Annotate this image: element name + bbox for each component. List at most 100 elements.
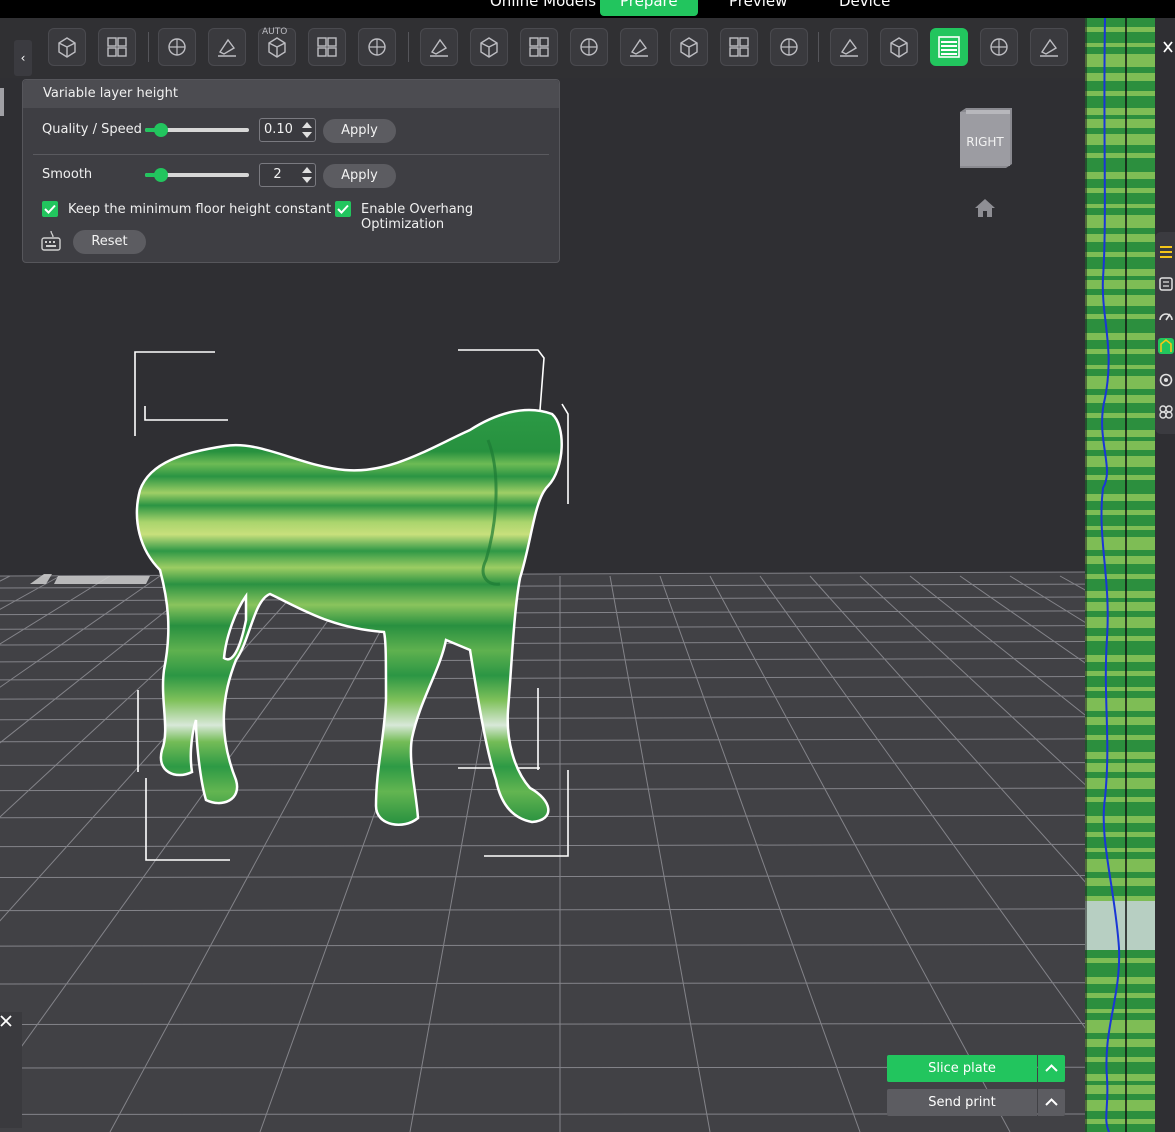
- arrange-icon: [317, 37, 337, 57]
- layer-list-icon[interactable]: [1158, 244, 1174, 260]
- spin-down-icon[interactable]: [302, 177, 312, 183]
- spin-down-icon[interactable]: [302, 132, 312, 138]
- group-icon[interactable]: [1158, 404, 1174, 420]
- quality-speed-spinbox[interactable]: 0.10: [259, 118, 316, 142]
- slice-plate-button[interactable]: Slice plate: [887, 1055, 1037, 1082]
- cut-tool-button[interactable]: [670, 28, 708, 66]
- move-tool-button[interactable]: [158, 28, 196, 66]
- layer-band: [1085, 1119, 1155, 1124]
- layer-band: [1085, 1013, 1155, 1020]
- layer-band: [1085, 602, 1155, 611]
- layer-band: [1085, 413, 1155, 418]
- smooth-slider[interactable]: [145, 168, 249, 182]
- quality-speed-slider[interactable]: [145, 123, 249, 137]
- right-collapse-button[interactable]: [1155, 18, 1175, 78]
- settings-gear-icon[interactable]: [1158, 372, 1174, 388]
- object-list-icon[interactable]: [1158, 276, 1174, 292]
- layer-band: [1085, 789, 1155, 797]
- layer-band: [1085, 752, 1155, 759]
- layer-band: [1085, 1039, 1155, 1047]
- variable-layer-height-tool-button[interactable]: [930, 28, 968, 66]
- rotate-icon: [218, 38, 236, 57]
- toolbar-separator: [408, 32, 409, 62]
- layer-band: [1085, 1020, 1155, 1033]
- support-icon[interactable]: [1158, 338, 1174, 354]
- toolbar-separator: [148, 32, 149, 62]
- home-view-icon[interactable]: [974, 198, 996, 218]
- layer-band: [1085, 314, 1155, 319]
- layer-band: [1085, 418, 1155, 430]
- layer-band: [1085, 526, 1155, 530]
- tab-device[interactable]: Device: [839, 0, 890, 16]
- fuzzy-skin-tool-button[interactable]: [1030, 28, 1068, 66]
- seam-tool-button[interactable]: [880, 28, 918, 66]
- color-paint-tool-button[interactable]: [980, 28, 1018, 66]
- lay-on-face-tool-button[interactable]: [358, 28, 396, 66]
- layer-band: [1085, 501, 1155, 510]
- layer-band: [1085, 816, 1155, 823]
- add-cube-tool-button[interactable]: [48, 28, 86, 66]
- split-objects-tool-button[interactable]: [420, 28, 458, 66]
- layer-band: [1085, 574, 1155, 579]
- variable-layer-height-icon: [938, 36, 960, 58]
- keyboard-icon[interactable]: [41, 230, 61, 252]
- layer-band: [1085, 611, 1155, 617]
- right-tool-strip: [1155, 232, 1175, 434]
- split-parts-tool-button[interactable]: [470, 28, 508, 66]
- layer-band: [1085, 628, 1155, 636]
- close-icon: [1163, 41, 1173, 53]
- layer-band: [1085, 537, 1155, 550]
- close-icon[interactable]: [0, 1015, 12, 1027]
- support-paint-tool-button[interactable]: [830, 28, 868, 66]
- rotate-tool-button[interactable]: [208, 28, 246, 66]
- spin-up-icon[interactable]: [302, 167, 312, 173]
- quality-slider-knob[interactable]: [153, 123, 168, 137]
- layer-band: [1085, 145, 1155, 153]
- measure-tool-button[interactable]: [770, 28, 808, 66]
- boolean-tool-button[interactable]: [720, 28, 758, 66]
- layer-band: [1085, 998, 1155, 1009]
- layer-band: [1085, 153, 1155, 158]
- send-print-button[interactable]: Send print: [887, 1089, 1037, 1116]
- layer-tool-button[interactable]: [570, 28, 608, 66]
- speed-gauge-icon[interactable]: [1158, 308, 1174, 324]
- quality-apply-button[interactable]: Apply: [323, 119, 396, 143]
- tab-prepare[interactable]: Prepare: [600, 0, 698, 16]
- collapse-sidebar-button[interactable]: ‹: [14, 40, 32, 76]
- tab-preview[interactable]: Preview: [729, 0, 787, 16]
- auto-orient-tool-button[interactable]: AUTO: [258, 27, 296, 66]
- cut-icon: [680, 37, 698, 58]
- arrange-tool-button[interactable]: [308, 28, 346, 66]
- slice-options-button[interactable]: [1038, 1055, 1065, 1082]
- smooth-slider-knob[interactable]: [153, 168, 168, 182]
- layer-height-profile[interactable]: [1085, 18, 1155, 1132]
- keep-min-floor-checkbox[interactable]: [42, 201, 58, 217]
- layer-band: [1085, 96, 1155, 108]
- smooth-apply-button[interactable]: Apply: [323, 164, 396, 188]
- layer-band: [1085, 349, 1155, 354]
- hollow-tool-button[interactable]: [620, 28, 658, 66]
- left-edge-tab[interactable]: [0, 88, 4, 116]
- layer-band: [1085, 467, 1155, 475]
- layer-band: [1085, 340, 1155, 349]
- layer-band: [1085, 242, 1155, 252]
- layer-band: [1085, 295, 1155, 306]
- auto-orient-icon: [268, 37, 286, 58]
- layer-band: [1085, 691, 1155, 698]
- layer-band: [1085, 641, 1155, 655]
- layer-band: [1085, 369, 1155, 376]
- layer-band: [1085, 108, 1155, 115]
- keep-min-floor-label: Keep the minimum floor height constant: [68, 202, 332, 217]
- tab-online-models[interactable]: Online Models: [490, 0, 596, 16]
- layer-band: [1085, 319, 1155, 333]
- quality-speed-label: Quality / Speed: [42, 122, 142, 137]
- view-cube[interactable]: RIGHT: [958, 108, 1012, 168]
- spin-up-icon[interactable]: [302, 122, 312, 128]
- grid-plate-tool-button[interactable]: [98, 28, 136, 66]
- scale-tool-button[interactable]: [520, 28, 558, 66]
- smooth-spinbox[interactable]: 2: [259, 163, 316, 187]
- reset-button[interactable]: Reset: [73, 230, 146, 254]
- send-options-button[interactable]: [1038, 1089, 1065, 1116]
- overhang-optimization-checkbox[interactable]: [335, 201, 351, 217]
- layer-band: [1085, 188, 1155, 193]
